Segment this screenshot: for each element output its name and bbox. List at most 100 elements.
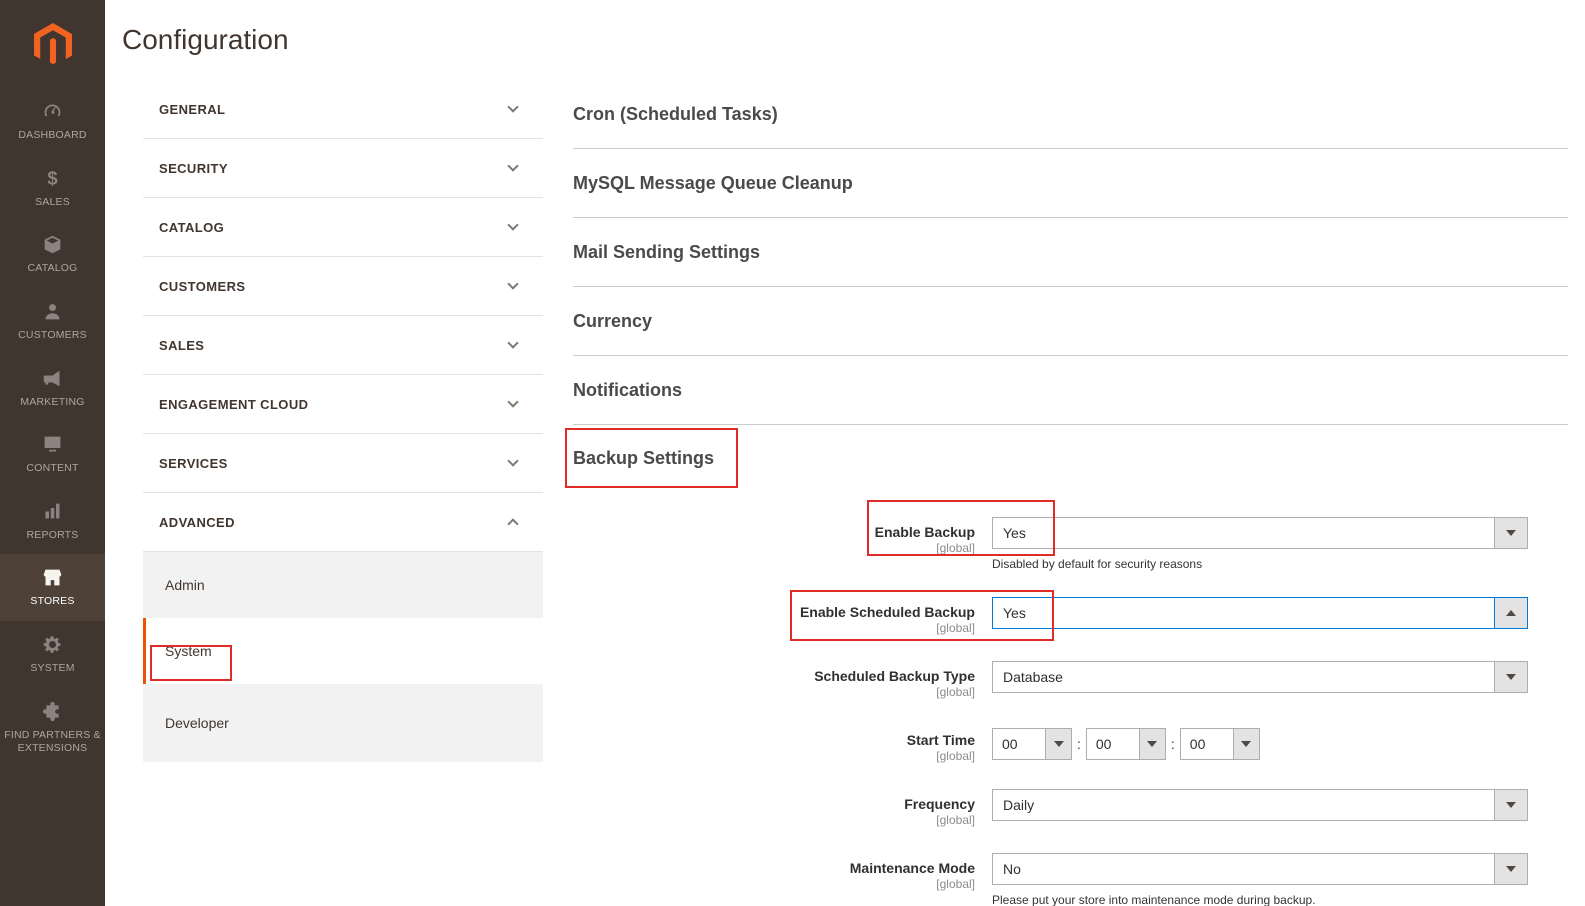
enable-scheduled-backup-select[interactable]: Yes	[992, 597, 1528, 629]
field-label: Scheduled Backup Type [global]	[573, 661, 975, 699]
frequency-select[interactable]: Daily	[992, 789, 1528, 821]
config-nav-advanced[interactable]: ADVANCED	[143, 493, 543, 552]
config-nav-engagement-cloud[interactable]: ENGAGEMENT CLOUD	[143, 375, 543, 434]
start-time-minute-select[interactable]: 00	[1086, 728, 1166, 760]
marketing-icon	[42, 368, 63, 389]
section-header-backup-settings[interactable]: Backup Settings	[573, 446, 714, 470]
field-control: 00 : 00 : 00	[992, 725, 1528, 763]
scope-label: [global]	[936, 749, 975, 763]
dropdown-button[interactable]	[1494, 854, 1527, 884]
scope-label: [global]	[936, 621, 975, 635]
sidebar-item-marketing[interactable]: MARKETING	[0, 355, 105, 422]
form-row-frequency: Frequency [global] Daily	[573, 789, 1568, 827]
config-nav-label: CUSTOMERS	[159, 279, 245, 294]
chevron-down-icon	[507, 101, 518, 112]
dropdown-button[interactable]	[1139, 729, 1165, 759]
field-control: Yes Disabled by default for security rea…	[992, 517, 1528, 571]
dropdown-button[interactable]	[1233, 729, 1259, 759]
config-nav-general[interactable]: GENERAL	[143, 80, 543, 139]
sidebar-item-label: CATALOG	[27, 262, 77, 276]
config-nav-catalog[interactable]: CATALOG	[143, 198, 543, 257]
caret-down-icon	[1506, 674, 1516, 680]
enable-backup-select[interactable]: Yes	[992, 517, 1528, 549]
backup-settings-form: Enable Backup [global] Yes Disabled by d…	[573, 517, 1568, 906]
app-root: DASHBOARD $ SALES CATALOG CUSTOMERS	[0, 0, 1585, 906]
sidebar-item-customers[interactable]: CUSTOMERS	[0, 288, 105, 355]
field-control: No Please put your store into maintenanc…	[992, 853, 1528, 906]
enable-backup-label: Enable Backup	[875, 524, 975, 540]
field-label: Enable Backup [global]	[573, 517, 975, 571]
form-row-scheduled-backup-type: Scheduled Backup Type [global] Database	[573, 661, 1568, 699]
sidebar-item-label: CUSTOMERS	[18, 329, 87, 343]
chevron-down-icon	[507, 337, 518, 348]
stores-icon	[42, 567, 63, 588]
dropdown-button[interactable]	[1494, 662, 1527, 692]
section-header-mail-sending[interactable]: Mail Sending Settings	[573, 218, 1568, 287]
field-label: Frequency [global]	[573, 789, 975, 827]
caret-down-icon	[1054, 741, 1064, 747]
section-header-mysql-queue[interactable]: MySQL Message Queue Cleanup	[573, 149, 1568, 218]
sidebar-item-catalog[interactable]: CATALOG	[0, 221, 105, 288]
content-icon	[42, 434, 63, 455]
sidebar-item-system[interactable]: SYSTEM	[0, 621, 105, 688]
config-nav-sales[interactable]: SALES	[143, 316, 543, 375]
sidebar-item-label: STORES	[30, 595, 74, 609]
sales-icon: $	[42, 168, 63, 189]
config-nav-services[interactable]: SERVICES	[143, 434, 543, 493]
section-header-cron[interactable]: Cron (Scheduled Tasks)	[573, 80, 1568, 149]
scheduled-backup-type-label: Scheduled Backup Type	[814, 668, 975, 684]
select-value: 00	[1087, 729, 1139, 759]
config-nav-system[interactable]: System	[143, 618, 543, 684]
sidebar-item-stores[interactable]: STORES	[0, 554, 105, 621]
section-header-currency[interactable]: Currency	[573, 287, 1568, 356]
config-content: Cron (Scheduled Tasks) MySQL Message Que…	[573, 80, 1568, 906]
field-control: Yes	[992, 597, 1528, 635]
scope-label: [global]	[936, 877, 975, 891]
select-value: Yes	[993, 598, 1494, 628]
config-nav-developer[interactable]: Developer	[143, 684, 543, 762]
dashboard-icon	[42, 101, 63, 122]
start-time-hour-select[interactable]: 00	[992, 728, 1072, 760]
select-value: 00	[993, 729, 1045, 759]
section-title: Mail Sending Settings	[573, 242, 760, 263]
select-value: No	[993, 854, 1494, 884]
sidebar-item-content[interactable]: CONTENT	[0, 421, 105, 488]
sidebar-item-reports[interactable]: REPORTS	[0, 488, 105, 555]
config-nav-customers[interactable]: CUSTOMERS	[143, 257, 543, 316]
section-title: MySQL Message Queue Cleanup	[573, 173, 853, 194]
frequency-label: Frequency	[904, 796, 975, 812]
config-nav-sub-label: System	[165, 643, 212, 659]
config-nav-security[interactable]: SECURITY	[143, 139, 543, 198]
time-separator: :	[1171, 736, 1175, 752]
enable-scheduled-backup-label: Enable Scheduled Backup	[800, 604, 975, 620]
sidebar-item-sales[interactable]: $ SALES	[0, 155, 105, 222]
sidebar-item-label: MARKETING	[20, 396, 84, 410]
sidebar-item-find-partners[interactable]: FIND PARTNERS & EXTENSIONS	[0, 688, 105, 768]
sidebar-item-label: FIND PARTNERS & EXTENSIONS	[3, 729, 102, 756]
field-label: Maintenance Mode [global]	[573, 853, 975, 906]
page-header: Configuration	[105, 0, 1585, 80]
start-time-second-select[interactable]: 00	[1180, 728, 1260, 760]
dropdown-button[interactable]	[1494, 598, 1527, 628]
caret-up-icon	[1506, 610, 1516, 616]
gear-icon	[42, 634, 63, 655]
maintenance-mode-select[interactable]: No	[992, 853, 1528, 885]
dropdown-button[interactable]	[1045, 729, 1071, 759]
admin-sidebar: DASHBOARD $ SALES CATALOG CUSTOMERS	[0, 0, 105, 906]
form-row-enable-backup: Enable Backup [global] Yes Disabled by d…	[573, 517, 1568, 571]
svg-text:$: $	[47, 168, 57, 189]
magento-logo-icon[interactable]	[0, 0, 105, 88]
config-nav-admin[interactable]: Admin	[143, 552, 543, 618]
catalog-icon	[42, 234, 63, 255]
section-header-notifications[interactable]: Notifications	[573, 356, 1568, 425]
sidebar-item-label: DASHBOARD	[18, 129, 86, 143]
page-title: Configuration	[105, 0, 1585, 56]
dropdown-button[interactable]	[1494, 790, 1527, 820]
scheduled-backup-type-select[interactable]: Database	[992, 661, 1528, 693]
dropdown-button[interactable]	[1494, 518, 1527, 548]
scope-label: [global]	[936, 541, 975, 555]
caret-down-icon	[1506, 530, 1516, 536]
config-nav-label: GENERAL	[159, 102, 225, 117]
sidebar-item-dashboard[interactable]: DASHBOARD	[0, 88, 105, 155]
extensions-icon	[42, 701, 63, 722]
